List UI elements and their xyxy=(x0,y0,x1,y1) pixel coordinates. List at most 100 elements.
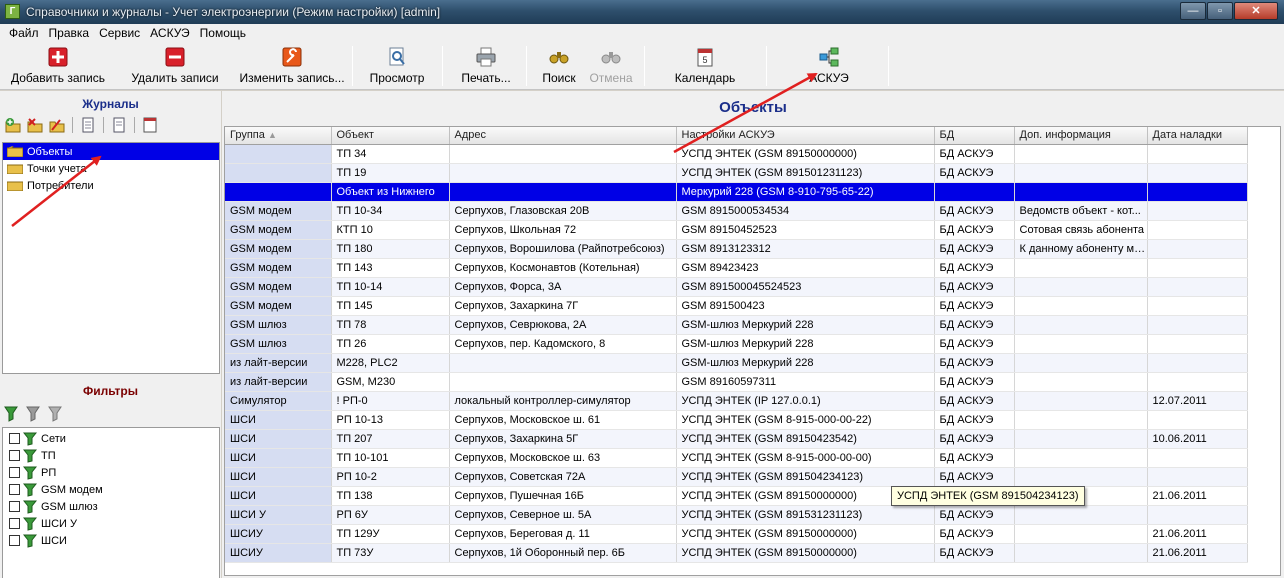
cell-db[interactable]: БД АСКУЭ xyxy=(934,543,1015,563)
cell-extra-info[interactable] xyxy=(1014,543,1148,563)
cell-group[interactable] xyxy=(225,182,332,202)
cell-askue-settings[interactable]: GSM 89160597311 xyxy=(676,372,935,392)
search-button[interactable]: Поиск xyxy=(536,44,582,88)
cell-db[interactable]: БД АСКУЭ xyxy=(934,220,1015,240)
cell-address[interactable]: Серпухов, 1й Оборонный пер. 6Б xyxy=(449,543,677,563)
cell-setup-date[interactable]: 21.06.2011 xyxy=(1147,524,1248,544)
cell-extra-info[interactable] xyxy=(1014,144,1148,164)
cell-address[interactable] xyxy=(449,353,677,373)
cell-extra-info[interactable] xyxy=(1014,429,1148,449)
cell-setup-date[interactable] xyxy=(1147,353,1248,373)
cell-setup-date[interactable] xyxy=(1147,296,1248,316)
cell-address[interactable] xyxy=(449,372,677,392)
cell-object[interactable]: ТП 34 xyxy=(331,144,450,164)
maximize-button[interactable]: ▫ xyxy=(1207,2,1233,20)
cell-setup-date[interactable] xyxy=(1147,258,1248,278)
cell-address[interactable]: Серпухов, Московское ш. 63 xyxy=(449,448,677,468)
cell-askue-settings[interactable]: УСПД ЭНТЕК (GSM 891501231123) xyxy=(676,163,935,183)
cell-db[interactable]: БД АСКУЭ xyxy=(934,296,1015,316)
cell-address[interactable] xyxy=(449,182,677,202)
cell-setup-date[interactable] xyxy=(1147,448,1248,468)
table-row[interactable]: ТП 34 УСПД ЭНТЕК (GSM 89150000000) БД АСКУ… xyxy=(225,144,1248,164)
print-button[interactable]: Печать... xyxy=(454,44,518,88)
cell-address[interactable]: Серпухов, Советская 72А xyxy=(449,467,677,487)
add-record-button[interactable]: Добавить запись xyxy=(6,44,110,88)
cell-extra-info[interactable] xyxy=(1014,163,1148,183)
cell-setup-date[interactable] xyxy=(1147,315,1248,335)
tree-item-consumers[interactable]: Потребители xyxy=(3,177,219,194)
cell-extra-info[interactable] xyxy=(1014,391,1148,411)
cell-setup-date[interactable] xyxy=(1147,163,1248,183)
table-row[interactable]: ШСИ ТП 10-101 Серпухов, Московское ш. 63 УС… xyxy=(225,448,1248,468)
cell-group[interactable]: GSM модем xyxy=(225,201,332,221)
cell-address[interactable]: Серпухов, Глазовская 20В xyxy=(449,201,677,221)
cell-group[interactable]: ШСИ xyxy=(225,448,332,468)
table-row[interactable]: GSM модем КТП 10 Серпухов, Школьная 72 GSM … xyxy=(225,220,1248,240)
cell-group[interactable]: ШСИ xyxy=(225,486,332,506)
table-row[interactable]: ШСИУ ТП 73У Серпухов, 1й Оборонный пер. 6Б… xyxy=(225,543,1248,563)
cell-address[interactable]: Серпухов, Береговая д. 11 xyxy=(449,524,677,544)
menu-service[interactable]: Сервис xyxy=(94,24,145,42)
cell-address[interactable]: Серпухов, Московское ш. 61 xyxy=(449,410,677,430)
table-row[interactable]: GSM шлюз ТП 78 Серпухов, Севрюкова, 2А GSM-… xyxy=(225,315,1248,335)
checkbox[interactable] xyxy=(9,535,20,546)
filter-item-gsm-gateway[interactable]: GSM шлюз xyxy=(3,498,219,515)
cell-object[interactable]: ТП 73У xyxy=(331,543,450,563)
cell-askue-settings[interactable]: GSM 891500423 xyxy=(676,296,935,316)
cell-address[interactable] xyxy=(449,163,677,183)
table-row[interactable]: ШСИ ТП 138 Серпухов, Пушечная 16Б УСПД ЭНТЕ… xyxy=(225,486,1248,506)
cell-setup-date[interactable] xyxy=(1147,144,1248,164)
cell-object[interactable]: РП 10-13 xyxy=(331,410,450,430)
cell-object[interactable]: ТП 78 xyxy=(331,315,450,335)
cell-extra-info[interactable]: Ведомств объект - кот... xyxy=(1014,201,1148,221)
cell-setup-date[interactable] xyxy=(1147,239,1248,259)
cell-object[interactable]: ТП 207 xyxy=(331,429,450,449)
cell-setup-date[interactable] xyxy=(1147,410,1248,430)
cell-group[interactable]: ШСИУ xyxy=(225,524,332,544)
cell-setup-date[interactable] xyxy=(1147,467,1248,487)
cell-db[interactable]: БД АСКУЭ xyxy=(934,163,1015,183)
filter-item-gsm-modem[interactable]: GSM модем xyxy=(3,481,219,498)
table-row[interactable]: GSM модем ТП 10-34 Серпухов, Глазовская 20… xyxy=(225,201,1248,221)
tree-item-objects[interactable]: Объекты xyxy=(3,143,219,160)
cell-askue-settings[interactable]: GSM 8915000534534 xyxy=(676,201,935,221)
cell-extra-info[interactable] xyxy=(1014,315,1148,335)
cell-setup-date[interactable]: 12.07.2011 xyxy=(1147,391,1248,411)
cell-db[interactable]: БД АСКУЭ xyxy=(934,448,1015,468)
cell-extra-info[interactable] xyxy=(1014,524,1148,544)
table-row[interactable]: из лайт-версии М228, PLC2 GSM-шлюз Меркури… xyxy=(225,353,1248,373)
cell-extra-info[interactable] xyxy=(1014,258,1148,278)
delete-records-button[interactable]: Удалить записи xyxy=(126,44,224,88)
cell-object[interactable]: РП 10-2 xyxy=(331,467,450,487)
cell-object[interactable]: Объект из Нижнего xyxy=(331,182,450,202)
cell-askue-settings[interactable]: Меркурий 228 (GSM 8-910-795-65-22) xyxy=(676,182,935,202)
cell-askue-settings[interactable]: GSM 8913123312 xyxy=(676,239,935,259)
cell-askue-settings[interactable]: УСПД ЭНТЕК (IP 127.0.0.1) xyxy=(676,391,935,411)
cell-address[interactable]: Серпухов, Пушечная 16Б xyxy=(449,486,677,506)
calendar-small-icon[interactable] xyxy=(141,116,159,134)
table-row[interactable]: ШСИ У РП 6У Серпухов, Северное ш. 5А УСПД Э… xyxy=(225,505,1248,525)
cell-group[interactable]: GSM модем xyxy=(225,220,332,240)
cell-extra-info[interactable] xyxy=(1014,372,1148,392)
cell-group[interactable]: GSM модем xyxy=(225,258,332,278)
cell-address[interactable]: Серпухов, Севрюкова, 2А xyxy=(449,315,677,335)
cell-address[interactable]: Серпухов, Ворошилова (Райпотребсоюз) xyxy=(449,239,677,259)
askue-button[interactable]: АСКУЭ xyxy=(796,44,862,88)
cell-object[interactable]: ТП 138 xyxy=(331,486,450,506)
cell-group[interactable] xyxy=(225,163,332,183)
column-header-askue-settings[interactable]: Настройки АСКУЭ xyxy=(676,127,935,145)
cell-db[interactable]: БД АСКУЭ xyxy=(934,372,1015,392)
filter-settings-icon[interactable] xyxy=(48,405,66,423)
cell-db[interactable]: БД АСКУЭ xyxy=(934,353,1015,373)
cell-setup-date[interactable] xyxy=(1147,201,1248,221)
cell-askue-settings[interactable]: УСПД ЭНТЕК (GSM 8-915-000-00-22) xyxy=(676,410,935,430)
cell-address[interactable]: Серпухов, Северное ш. 5А xyxy=(449,505,677,525)
cell-group[interactable]: ШСИ xyxy=(225,467,332,487)
cell-extra-info[interactable] xyxy=(1014,296,1148,316)
cell-db[interactable]: БД АСКУЭ xyxy=(934,391,1015,411)
filter-apply-icon[interactable] xyxy=(4,405,22,423)
cell-object[interactable]: ТП 19 xyxy=(331,163,450,183)
cell-db[interactable]: БД АСКУЭ xyxy=(934,524,1015,544)
delete-folder-icon[interactable] xyxy=(26,116,44,134)
cell-askue-settings[interactable]: УСПД ЭНТЕК (GSM 89150423542) xyxy=(676,429,935,449)
